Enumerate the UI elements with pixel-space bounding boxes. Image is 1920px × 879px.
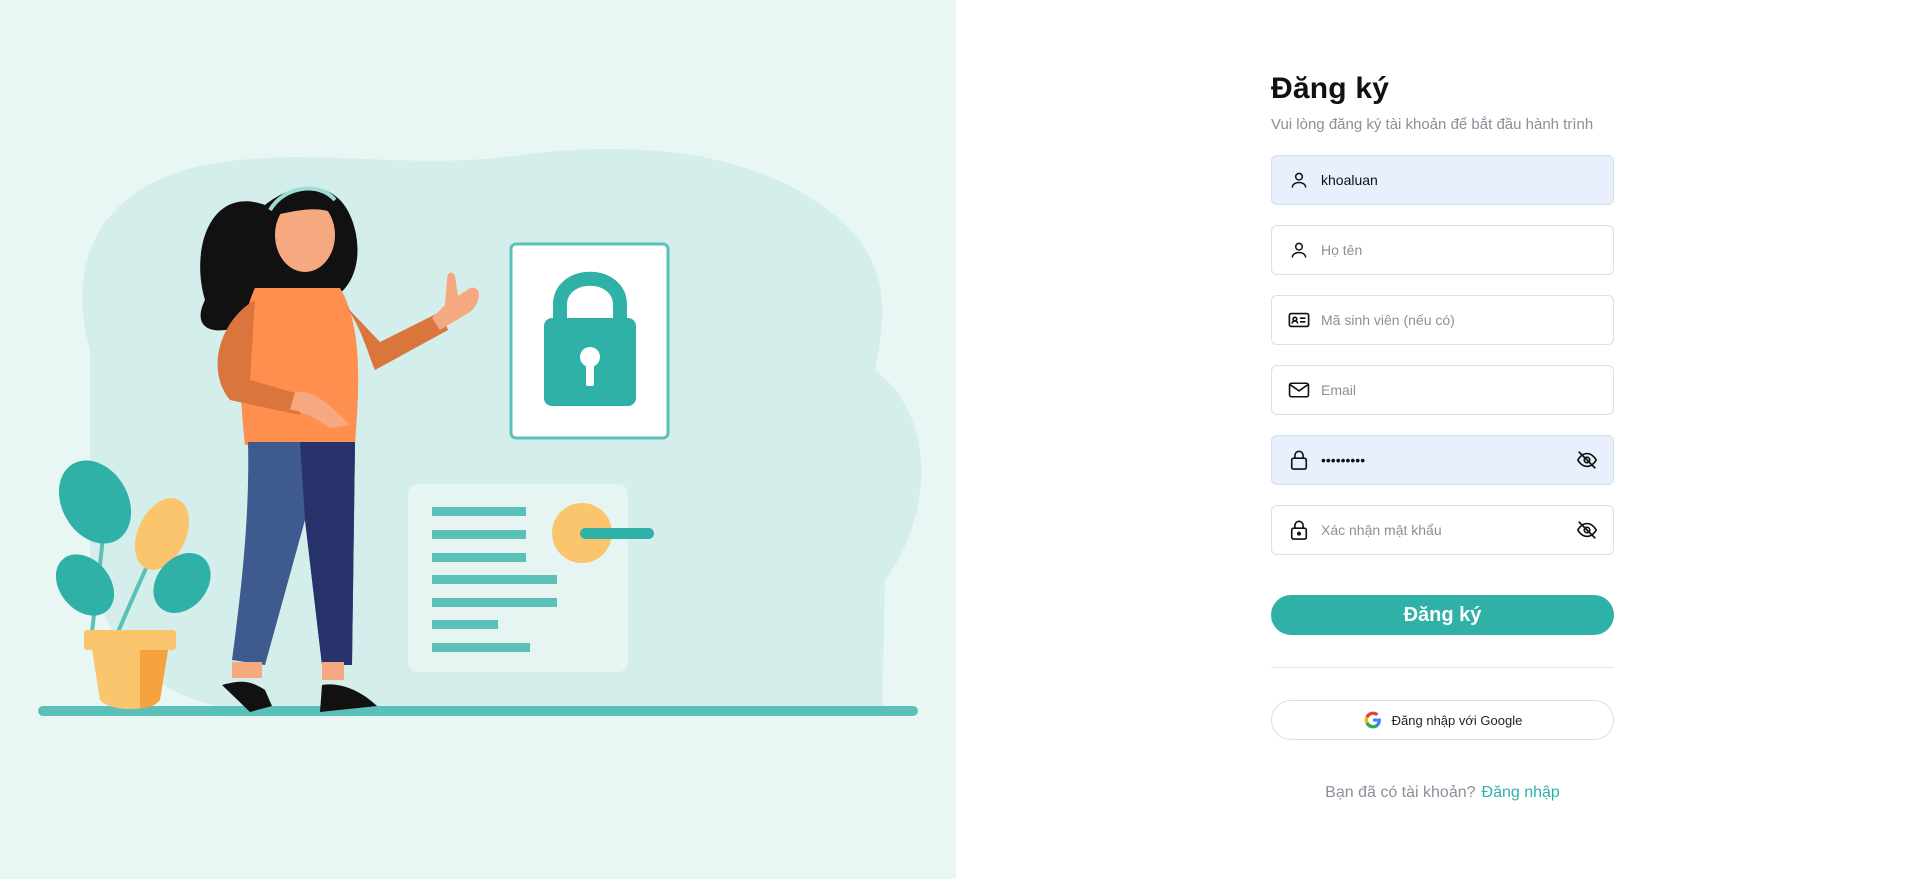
password-field[interactable] xyxy=(1271,435,1614,485)
confirm-password-field[interactable] xyxy=(1271,505,1614,555)
register-button[interactable]: Đăng ký xyxy=(1271,595,1614,635)
login-prompt: Bạn đã có tài khoản? Đăng nhập xyxy=(1271,784,1614,802)
confirm-password-input[interactable] xyxy=(1321,506,1575,554)
google-login-button[interactable]: Đăng nhập với Google xyxy=(1271,700,1614,740)
divider xyxy=(1271,667,1614,668)
id-card-icon xyxy=(1287,308,1311,332)
login-prompt-text: Bạn đã có tài khoản? xyxy=(1325,784,1476,801)
signup-form: Đăng ký Vui lòng đăng ký tài khoản để bắ… xyxy=(1271,72,1614,802)
signup-page: Đăng ký Vui lòng đăng ký tài khoản để bắ… xyxy=(0,0,1920,879)
form-panel: Đăng ký Vui lòng đăng ký tài khoản để bắ… xyxy=(956,0,1920,879)
email-field[interactable] xyxy=(1271,365,1614,415)
lock-keyhole-icon xyxy=(1287,518,1311,542)
fullname-field[interactable] xyxy=(1271,225,1614,275)
mail-icon xyxy=(1287,378,1311,402)
student-id-field[interactable] xyxy=(1271,295,1614,345)
google-icon xyxy=(1364,711,1381,729)
illustration-panel xyxy=(0,0,956,879)
username-input[interactable] xyxy=(1321,156,1613,204)
page-title: Đăng ký xyxy=(1271,72,1390,105)
lock-icon xyxy=(1287,448,1311,472)
email-input[interactable] xyxy=(1321,366,1613,414)
google-login-label: Đăng nhập với Google xyxy=(1391,712,1523,728)
username-field[interactable] xyxy=(1271,155,1614,205)
signup-illustration xyxy=(38,148,922,716)
user-icon xyxy=(1287,238,1311,262)
eye-off-icon[interactable] xyxy=(1575,448,1599,472)
login-link[interactable]: Đăng nhập xyxy=(1482,784,1560,801)
student-id-input[interactable] xyxy=(1321,296,1613,344)
page-subtitle: Vui lòng đăng ký tài khoản để bắt đầu hà… xyxy=(1271,116,1594,133)
user-icon xyxy=(1287,168,1311,192)
password-input[interactable] xyxy=(1321,436,1575,484)
ground-line xyxy=(38,706,918,716)
fullname-input[interactable] xyxy=(1321,226,1613,274)
eye-off-icon[interactable] xyxy=(1575,518,1599,542)
